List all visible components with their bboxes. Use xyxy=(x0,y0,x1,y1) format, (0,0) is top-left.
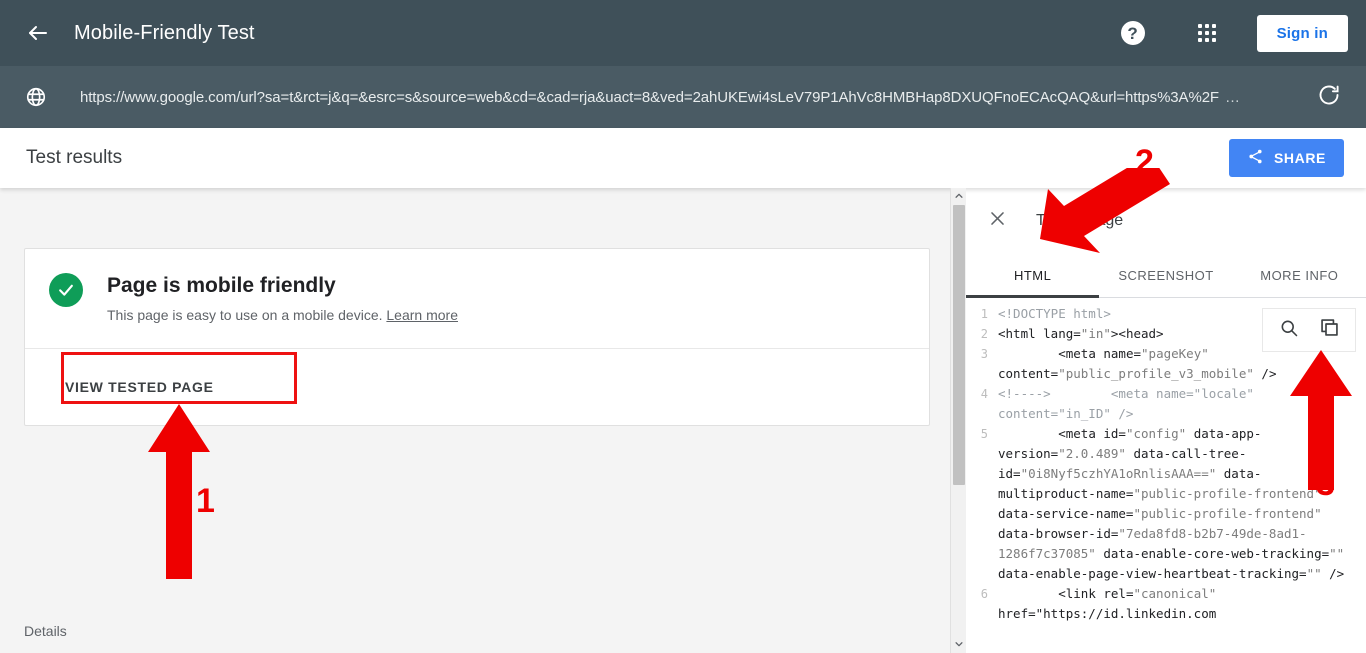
code-text: <!----> <meta name="locale" content="in_… xyxy=(998,386,1262,421)
tab-more-info[interactable]: MORE INFO xyxy=(1233,254,1366,297)
scrollbar-thumb[interactable] xyxy=(953,205,965,485)
arrow-left-icon xyxy=(26,21,50,45)
view-tested-page-button[interactable]: VIEW TESTED PAGE xyxy=(49,367,230,407)
check-circle-icon xyxy=(49,273,83,307)
copy-duplicate-icon xyxy=(1319,317,1340,343)
line-number: 1 xyxy=(980,307,988,321)
chevron-up-icon xyxy=(954,188,964,206)
help-button[interactable]: ? xyxy=(1109,9,1157,57)
sign-in-button[interactable]: Sign in xyxy=(1256,14,1348,52)
code-toolbar xyxy=(1262,308,1356,352)
mobile-friendly-test-page: Mobile-Friendly Test ? Sign in https://w… xyxy=(0,0,1366,653)
code-lines-container: 1 <!DOCTYPE html> 2 <html lang="in"><head> 3… xyxy=(966,304,1366,624)
code-text: <meta id="config" data-app-version="2.0.… xyxy=(998,426,1352,581)
panel-title: Tested page xyxy=(1036,212,1124,229)
code-line: 4 <!----> <meta name="locale" content="in… xyxy=(966,384,1366,424)
results-subheader: Test results SHARE xyxy=(0,128,1366,188)
result-description: This page is easy to use on a mobile dev… xyxy=(107,306,458,326)
url-value: https://www.google.com/url?sa=t&rct=j&q=… xyxy=(80,88,1219,106)
scroll-up-button[interactable] xyxy=(951,188,967,205)
page-title: Mobile-Friendly Test xyxy=(74,21,255,44)
app-header: Mobile-Friendly Test ? Sign in xyxy=(0,0,1366,66)
panel-tabs: HTML SCREENSHOT MORE INFO xyxy=(966,254,1366,298)
reload-button[interactable] xyxy=(1314,82,1344,112)
reload-icon xyxy=(1317,83,1341,112)
details-section-label: Details xyxy=(24,623,67,639)
tab-html[interactable]: HTML xyxy=(966,254,1100,298)
header-actions: ? Sign in xyxy=(1109,9,1348,57)
close-panel-button[interactable] xyxy=(976,200,1018,242)
learn-more-link[interactable]: Learn more xyxy=(386,307,458,323)
line-number: 3 xyxy=(980,347,988,361)
search-magnifier-icon xyxy=(1279,318,1299,343)
search-code-button[interactable] xyxy=(1269,310,1309,350)
panel-header: Tested page xyxy=(966,188,1366,254)
result-text-block: Page is mobile friendly This page is eas… xyxy=(107,273,458,326)
result-subtitle-text: This page is easy to use on a mobile dev… xyxy=(107,307,383,324)
html-source-viewer[interactable]: 1 <!DOCTYPE html> 2 <html lang="in"><head> 3… xyxy=(966,298,1366,653)
scroll-down-button[interactable] xyxy=(951,636,967,653)
result-footer: VIEW TESTED PAGE xyxy=(25,349,929,425)
share-label: SHARE xyxy=(1273,150,1326,166)
chevron-down-icon xyxy=(954,636,964,653)
content-scrollbar[interactable] xyxy=(950,188,966,653)
line-number: 4 xyxy=(980,387,988,401)
line-number: 2 xyxy=(980,327,988,341)
result-heading: Page is mobile friendly xyxy=(107,274,336,297)
test-results-title: Test results xyxy=(26,147,123,168)
code-line: 6 <link rel="canonical" href="https://id… xyxy=(966,584,1366,624)
url-bar[interactable]: https://www.google.com/url?sa=t&rct=j&q=… xyxy=(0,66,1366,128)
line-number: 5 xyxy=(980,427,988,441)
copy-code-button[interactable] xyxy=(1309,310,1349,350)
back-button[interactable] xyxy=(14,9,62,57)
share-icon xyxy=(1247,148,1264,168)
apps-grid-icon xyxy=(1197,24,1216,42)
url-input[interactable]: https://www.google.com/url?sa=t&rct=j&q=… xyxy=(80,89,1314,106)
result-header: Page is mobile friendly This page is eas… xyxy=(25,249,929,349)
share-button[interactable]: SHARE xyxy=(1228,139,1344,177)
code-text: <link rel="canonical" href="https://id.l… xyxy=(998,586,1224,621)
globe-icon xyxy=(22,83,50,111)
code-line: 5 <meta id="config" data-app-version="2.… xyxy=(966,424,1366,584)
close-x-icon xyxy=(988,209,1007,233)
results-content-area: Page is mobile friendly This page is eas… xyxy=(0,188,950,653)
google-apps-button[interactable] xyxy=(1183,9,1231,57)
url-truncation: … xyxy=(1225,88,1240,106)
tab-screenshot[interactable]: SCREENSHOT xyxy=(1099,254,1232,297)
line-number: 6 xyxy=(980,587,988,601)
tested-page-panel: Tested page HTML SCREENSHOT MORE INFO 1 <… xyxy=(966,188,1366,653)
mobile-friendly-result-card: Page is mobile friendly This page is eas… xyxy=(24,248,930,426)
help-question-icon: ? xyxy=(1120,21,1145,45)
